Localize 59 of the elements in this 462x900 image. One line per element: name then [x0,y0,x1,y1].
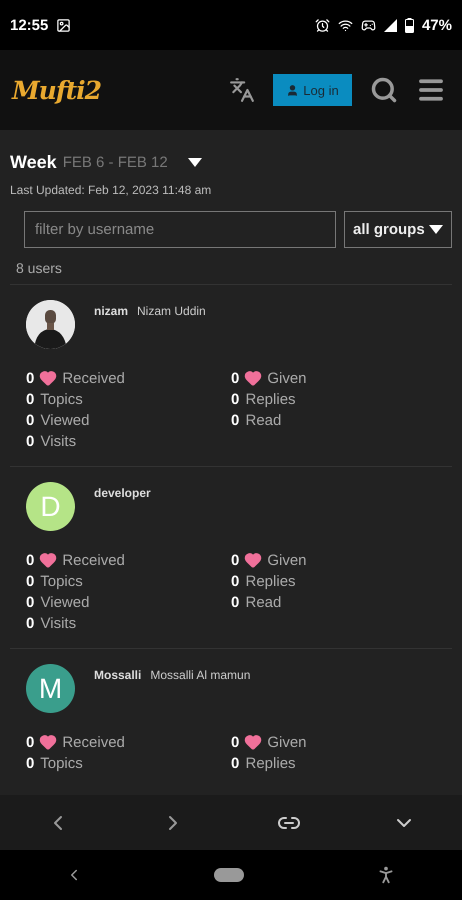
username[interactable]: nizam [94,304,128,318]
stat: 0 Read [231,412,282,429]
heart-icon [39,733,58,751]
wifi-icon [338,18,353,32]
full-name: Mossalli Al mamun [150,668,250,682]
stat: 0 Replies [231,573,296,590]
signal-icon [384,18,397,32]
stat: 0 Viewed [26,594,90,611]
user-count: 8 users [16,260,63,276]
stat-value: 0 [231,734,240,750]
stat-value: 0 [231,370,240,386]
stat: 0 Replies [231,755,296,772]
stat: 0 Replies [231,391,296,408]
avatar: D [26,482,75,531]
heart-icon [39,369,58,387]
clock: 12:55 [10,16,48,34]
stat: 0 Topics [26,573,83,590]
stat: 0 Viewed [26,412,90,429]
caret-icon [429,225,443,234]
stat: 0 Read [231,594,282,611]
period-range[interactable]: FEB 6 - FEB 12 [62,154,168,171]
stat-value: 0 [231,552,240,568]
last-updated: Last Updated: Feb 12, 2023 11:48 am [10,183,212,197]
heart-icon [39,551,58,569]
search-icon[interactable] [370,76,398,104]
group-select[interactable]: all groups [344,211,452,248]
period-label[interactable]: Week [10,152,57,173]
full-name: Nizam Uddin [137,304,206,318]
stat-label: Given [267,734,307,750]
avatar: M [26,664,75,713]
caret-icon [188,158,202,167]
stat-label: Received [62,370,125,386]
stat-label: Received [62,552,125,568]
battery-level: 47% [422,16,452,34]
stat-value: 0 [26,370,34,386]
login-button[interactable]: Log in [273,74,352,106]
image-icon [56,18,72,32]
home-button[interactable] [214,868,244,882]
logo[interactable]: Mufti2 [12,76,102,104]
heart-icon [244,551,262,569]
username[interactable]: developer [94,486,151,500]
gamepad-icon [360,18,376,32]
stat-value: 0 [26,734,34,750]
stat-value: 0 [26,552,34,568]
stat-label: Given [267,370,307,386]
stat: 0 Topics [26,391,83,408]
stat: 0 Visits [26,433,76,450]
username-filter-field[interactable]: filter by username [24,211,336,248]
stat: 0 Visits [26,615,76,632]
battery-icon [404,18,414,32]
heart-icon [244,733,262,751]
translate-icon[interactable] [229,77,255,103]
stat: 0 Topics [26,755,83,772]
stat-label: Given [267,552,307,568]
stat-label: Received [62,734,125,750]
username[interactable]: Mossalli [94,668,142,682]
heart-icon [244,369,262,387]
user-icon [286,84,300,96]
alarm-icon [314,18,330,32]
